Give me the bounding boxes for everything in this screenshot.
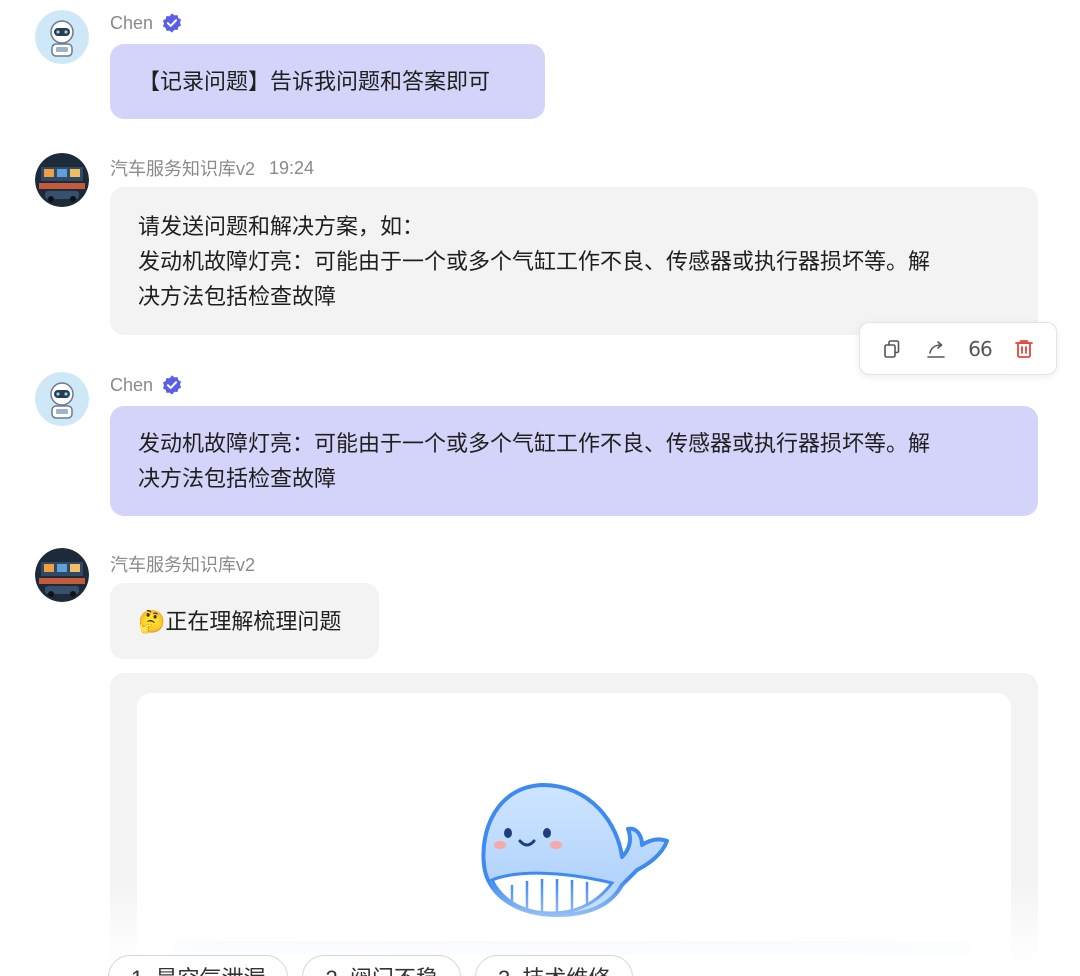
- garage-avatar-icon: [35, 548, 89, 602]
- suggestion-chip[interactable]: 2. 阀门不稳: [302, 955, 461, 976]
- bot-avatar[interactable]: [35, 153, 89, 207]
- quote-icon: 66: [968, 336, 992, 361]
- sender-row: 汽车服务知识库v2: [110, 551, 255, 577]
- suggestion-chip[interactable]: 3. 技术维修: [474, 955, 634, 976]
- message-bubble: 发动机故障灯亮：可能由于一个或多个气缸工作不良、传感器或执行器损坏等。解 决方法…: [110, 406, 1038, 516]
- user-avatar[interactable]: [35, 10, 89, 64]
- message-line: 决方法包括检查故障: [138, 466, 337, 491]
- message-line: 发动机故障灯亮：可能由于一个或多个气缸工作不良、传感器或执行器损坏等。解: [138, 248, 931, 274]
- quote-button[interactable]: 66: [966, 335, 994, 363]
- message-line: 请发送问题和解决方案，如：: [138, 213, 425, 239]
- sender-name: 汽车服务知识库v2: [110, 555, 256, 575]
- message-line: 发动机故障灯亮：可能由于一个或多个气缸工作不良、传感器或执行器损坏等。解: [138, 431, 931, 456]
- robot-avatar-icon: [35, 10, 89, 64]
- message-action-bar: 66: [859, 322, 1057, 375]
- message-text: 【记录问题】告诉我问题和答案即可: [138, 69, 491, 94]
- message-time: 19:24: [269, 157, 315, 178]
- share-button[interactable]: [922, 335, 950, 363]
- sender-row: Chen: [110, 374, 183, 396]
- bot-avatar[interactable]: [35, 548, 89, 602]
- sender-name: Chen: [110, 12, 154, 33]
- message-text: 🤔正在理解梳理问题: [138, 608, 342, 634]
- copy-button[interactable]: [878, 335, 906, 363]
- result-card: [110, 673, 1038, 976]
- message-bubble: 【记录问题】告诉我问题和答案即可: [110, 44, 545, 119]
- result-card-body: [137, 693, 1011, 976]
- chat-thread: Chen 【记录问题】告诉我问题和答案即可 汽车服务知识库v2 19:24 请发…: [0, 0, 1080, 976]
- sender-row: Chen: [110, 12, 183, 34]
- message-bubble: 请发送问题和解决方案，如： 发动机故障灯亮：可能由于一个或多个气缸工作不良、传感…: [110, 187, 1038, 335]
- trash-icon: [1015, 339, 1033, 358]
- delete-button[interactable]: [1010, 335, 1038, 363]
- message-bubble: 🤔正在理解梳理问题: [110, 583, 379, 659]
- whale-mascot-icon: [481, 783, 669, 917]
- suggestion-chip[interactable]: 1. 是空气泄漏: [108, 955, 289, 976]
- sender-row: 汽车服务知识库v2 19:24: [110, 155, 314, 181]
- copy-icon: [884, 339, 900, 358]
- garage-avatar-icon: [35, 153, 89, 207]
- message-line: 决方法包括检查故障: [138, 283, 337, 309]
- share-icon: [927, 340, 945, 358]
- verified-badge-icon: [162, 13, 182, 33]
- card-progress-strip: [172, 941, 972, 955]
- suggestion-chips: 1. 是空气泄漏 2. 阀门不稳 3. 技术维修: [108, 955, 634, 976]
- user-avatar[interactable]: [35, 372, 89, 426]
- sender-name: Chen: [110, 374, 154, 395]
- verified-badge-icon: [162, 375, 182, 395]
- robot-avatar-icon: [35, 372, 89, 426]
- sender-name: 汽车服务知识库v2: [110, 159, 256, 179]
